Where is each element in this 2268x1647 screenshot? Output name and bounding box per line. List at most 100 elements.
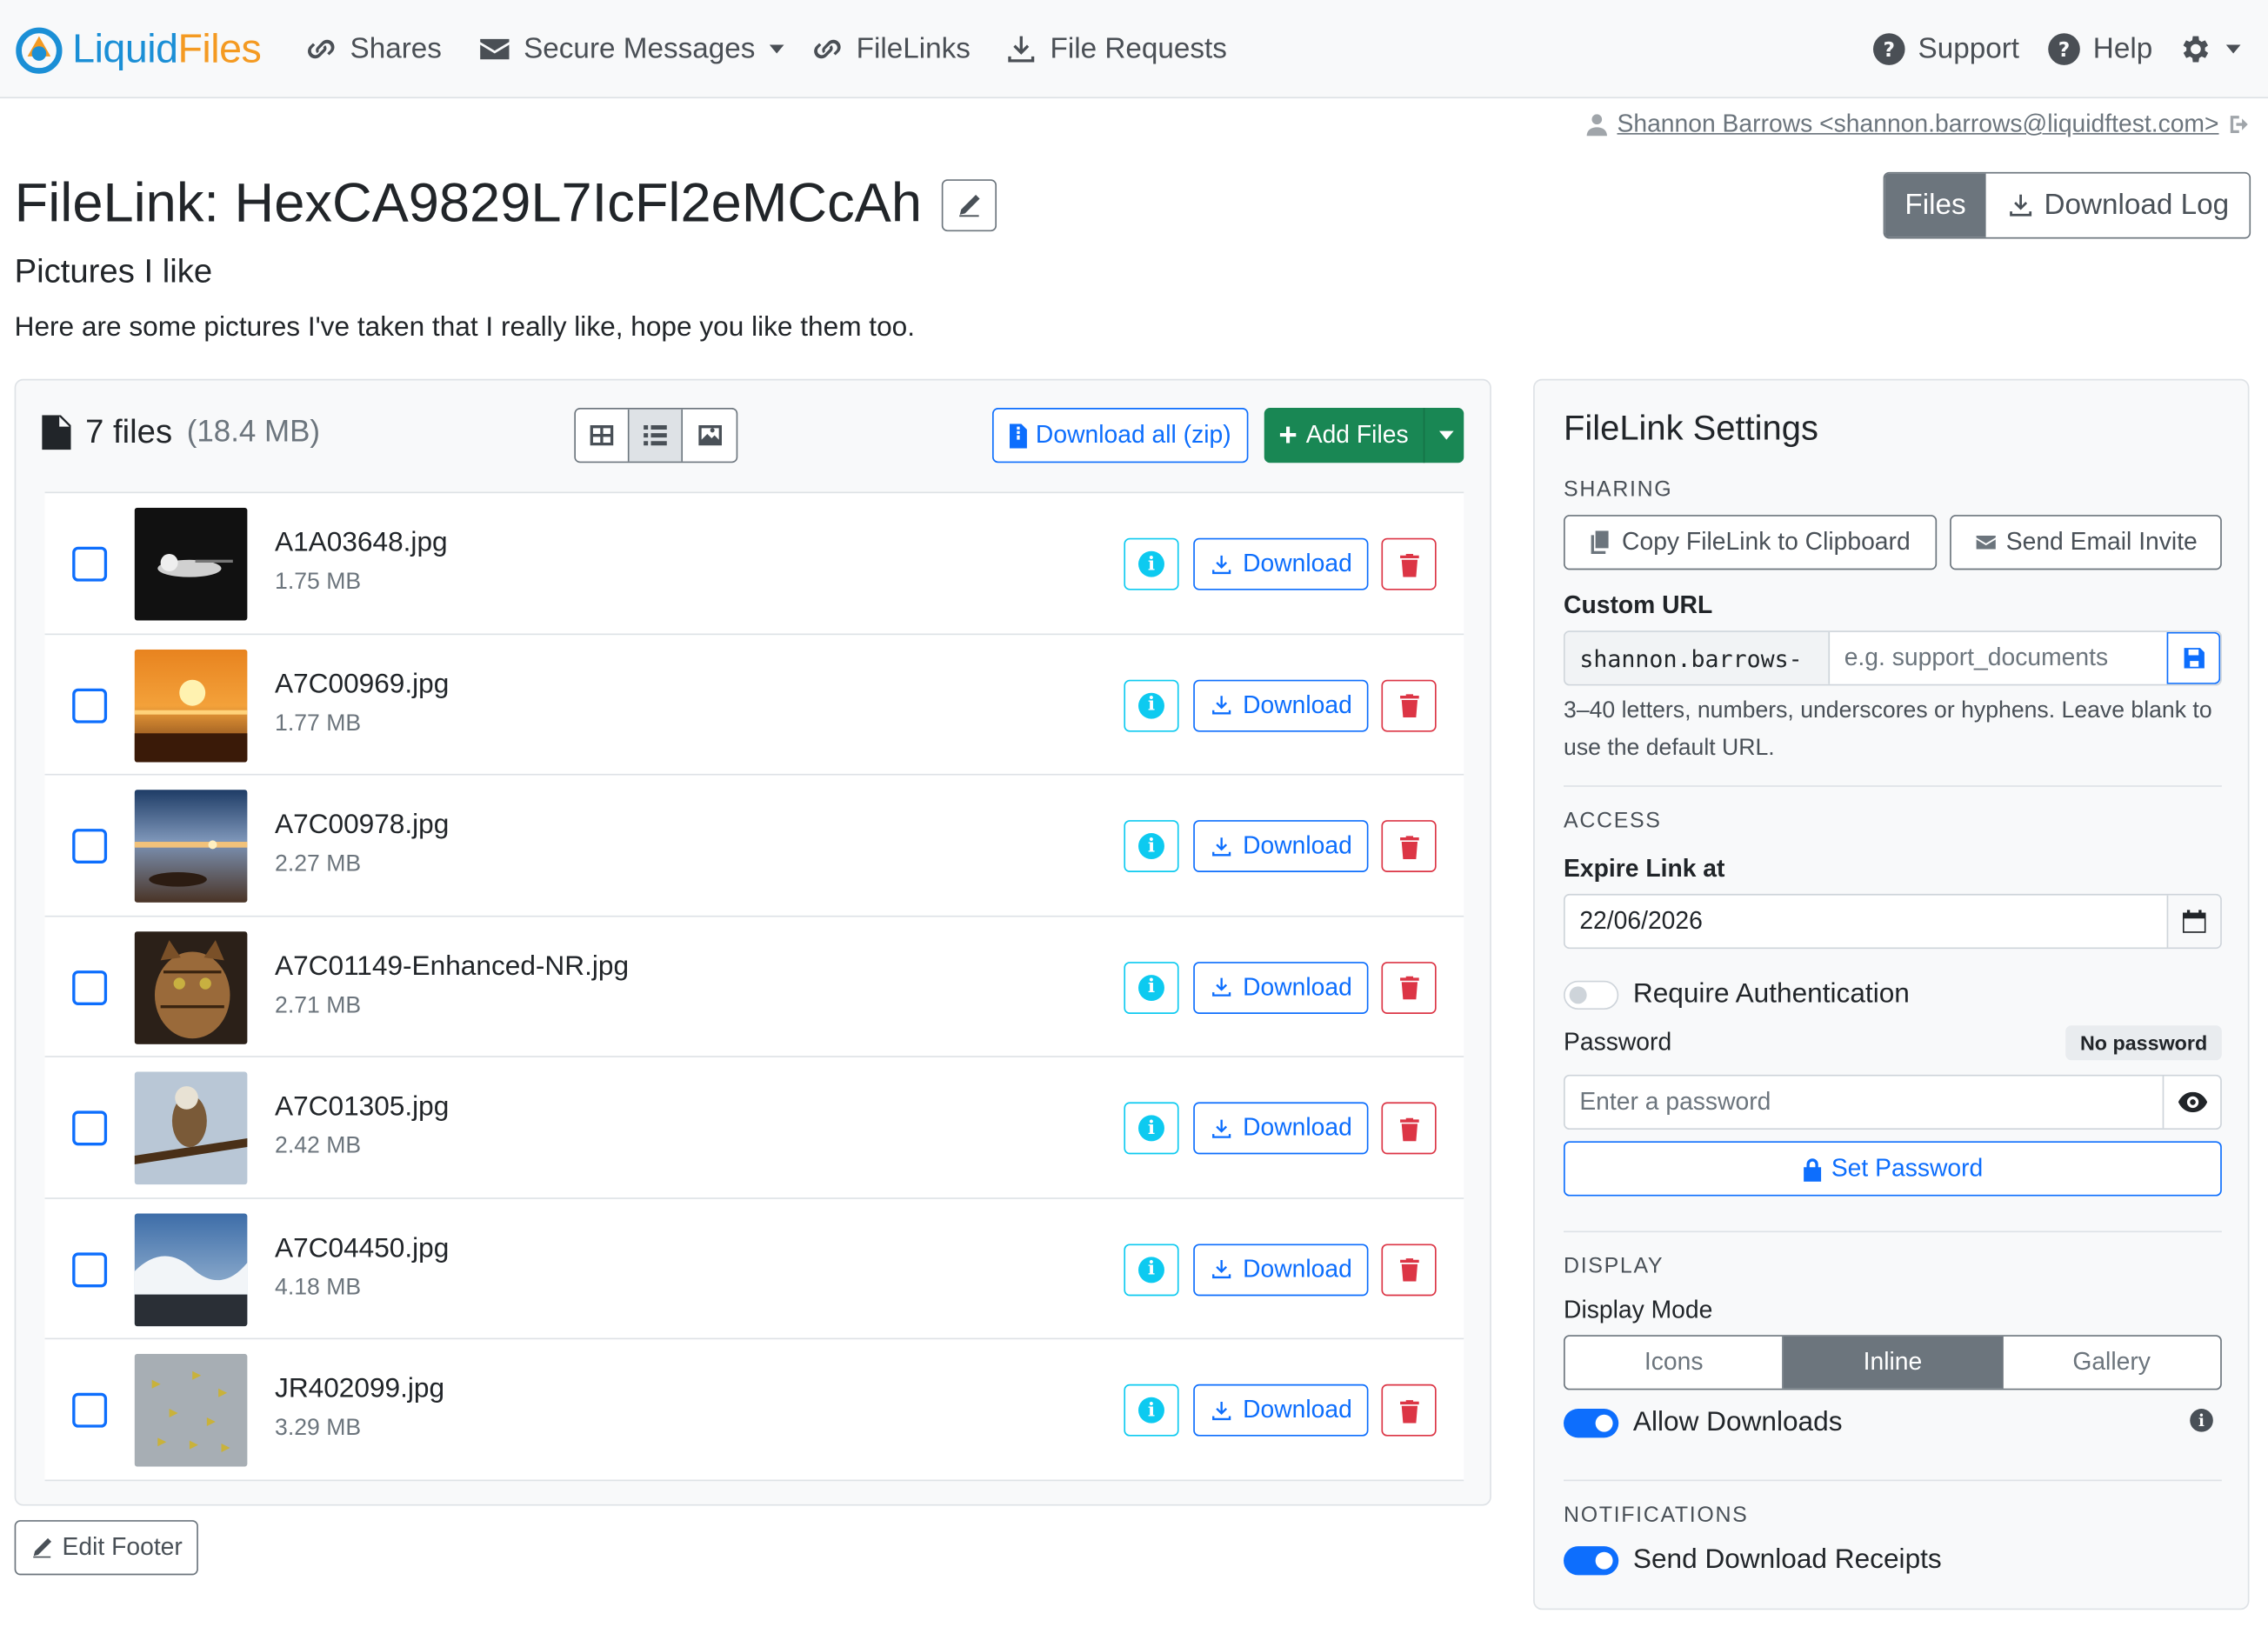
file-name[interactable]: A7C00978.jpg xyxy=(275,810,449,842)
send-receipts-switch[interactable] xyxy=(1564,1546,1619,1576)
expire-date-input[interactable]: 22/06/2026 xyxy=(1565,896,2167,948)
edit-title-button[interactable] xyxy=(942,178,997,231)
file-download-button[interactable]: Download xyxy=(1193,961,1369,1014)
file-select-checkbox[interactable] xyxy=(72,546,108,582)
file-select-checkbox[interactable] xyxy=(72,970,108,1005)
file-delete-button[interactable] xyxy=(1381,961,1437,1014)
nav-file-requests[interactable]: File Requests xyxy=(1004,0,1227,98)
files-count: 7 files xyxy=(85,412,173,450)
file-info-button[interactable]: i xyxy=(1124,820,1179,872)
file-size: 2.27 MB xyxy=(275,851,362,877)
file-delete-button[interactable] xyxy=(1381,678,1437,731)
brand-logo[interactable]: LiquidFiles xyxy=(15,23,262,76)
send-email-invite-label: Send Email Invite xyxy=(2005,528,2198,556)
password-input[interactable]: Enter a password xyxy=(1565,1076,2163,1128)
file-info-button[interactable]: i xyxy=(1124,1384,1179,1437)
send-receipts-toggle-row[interactable]: Send Download Receipts xyxy=(1564,1544,1942,1577)
file-name[interactable]: A7C01305.jpg xyxy=(275,1092,449,1124)
view-image-button[interactable] xyxy=(683,409,737,462)
download-icon xyxy=(1008,36,1035,63)
svg-text:?: ? xyxy=(2058,38,2071,62)
calendar-button[interactable] xyxy=(2166,895,2221,948)
nav-secure-messages[interactable]: Secure Messages xyxy=(477,0,784,98)
file-info-button[interactable]: i xyxy=(1124,961,1179,1014)
file-info-button[interactable]: i xyxy=(1124,537,1179,590)
file-select-checkbox[interactable] xyxy=(72,687,108,723)
pencil-icon xyxy=(959,194,981,217)
view-grid-button[interactable] xyxy=(575,409,630,462)
tab-files[interactable]: Files xyxy=(1884,173,1986,237)
file-info-button[interactable]: i xyxy=(1124,678,1179,731)
custom-url-input[interactable]: e.g. support_documents xyxy=(1830,632,2167,684)
file-info-button[interactable]: i xyxy=(1124,1243,1179,1296)
file-thumbnail[interactable] xyxy=(134,1353,248,1467)
file-select-checkbox[interactable] xyxy=(72,829,108,864)
file-download-button[interactable]: Download xyxy=(1193,678,1369,731)
brand-name: LiquidFiles xyxy=(72,25,262,71)
display-mode-gallery[interactable]: Gallery xyxy=(2003,1337,2220,1389)
display-heading: DISPLAY xyxy=(1564,1254,1664,1279)
file-thumbnail[interactable] xyxy=(134,790,248,903)
edit-footer-button[interactable]: Edit Footer xyxy=(14,1520,199,1576)
sign-out-icon[interactable] xyxy=(2227,113,2251,137)
add-files-main[interactable]: + Add Files xyxy=(1264,419,1424,451)
toggle-password-visibility-button[interactable] xyxy=(2162,1076,2221,1129)
save-custom-url-button[interactable] xyxy=(2166,631,2221,684)
file-select-checkbox[interactable] xyxy=(72,1392,108,1428)
copy-filelink-button[interactable]: Copy FileLink to Clipboard xyxy=(1564,515,1938,570)
info-icon[interactable]: i xyxy=(2190,1409,2213,1432)
file-name[interactable]: A1A03648.jpg xyxy=(275,528,448,560)
download-all-zip-button[interactable]: Download all (zip) xyxy=(992,408,1249,463)
file-download-button[interactable]: Download xyxy=(1193,537,1369,590)
send-email-invite-button[interactable]: Send Email Invite xyxy=(1950,515,2222,570)
file-name[interactable]: A7C01149-Enhanced-NR.jpg xyxy=(275,951,629,984)
file-download-button[interactable]: Download xyxy=(1193,820,1369,872)
file-info-button[interactable]: i xyxy=(1124,1102,1179,1155)
display-mode-icons[interactable]: Icons xyxy=(1565,1336,1784,1389)
tab-download-log[interactable]: Download Log xyxy=(1985,173,2250,237)
nav-filelinks[interactable]: FileLinks xyxy=(810,0,971,98)
file-download-button[interactable]: Download xyxy=(1193,1384,1369,1437)
view-list-button[interactable] xyxy=(629,409,684,462)
file-delete-button[interactable] xyxy=(1381,1102,1437,1155)
file-delete-button[interactable] xyxy=(1381,820,1437,872)
view-mode-toggle xyxy=(574,408,738,463)
allow-downloads-label: Allow Downloads xyxy=(1632,1407,1843,1438)
file-thumbnail[interactable] xyxy=(134,507,248,621)
file-thumbnail[interactable] xyxy=(134,1071,248,1185)
add-files-button[interactable]: + Add Files xyxy=(1264,408,1464,463)
file-name[interactable]: A7C00969.jpg xyxy=(275,669,449,701)
file-delete-button[interactable] xyxy=(1381,1384,1437,1437)
gear-icon xyxy=(2183,36,2209,63)
nav-support[interactable]: ? Support xyxy=(1871,0,2019,98)
trash-icon xyxy=(1399,1117,1418,1141)
nav-shares[interactable]: Shares xyxy=(304,0,442,98)
require-auth-switch[interactable] xyxy=(1564,980,1619,1010)
file-select-checkbox[interactable] xyxy=(72,1251,108,1287)
file-download-button[interactable]: Download xyxy=(1193,1243,1369,1296)
nav-help[interactable]: ? Help xyxy=(2047,0,2152,98)
allow-downloads-toggle-row[interactable]: Allow Downloads xyxy=(1564,1407,1843,1439)
set-password-button[interactable]: Set Password xyxy=(1564,1141,2222,1197)
file-download-button[interactable]: Download xyxy=(1193,1102,1369,1155)
nav-secure-messages-label: Secure Messages xyxy=(524,32,756,65)
require-auth-toggle-row[interactable]: Require Authentication xyxy=(1564,979,1910,1011)
file-thumbnail[interactable] xyxy=(134,648,248,762)
chevron-down-icon xyxy=(770,44,784,54)
info-icon: i xyxy=(1138,974,1164,1001)
settings-menu[interactable] xyxy=(2177,0,2241,98)
user-profile-link[interactable]: Shannon Barrows <shannon.barrows@liquidf… xyxy=(1617,110,2218,138)
notifications-heading: NOTIFICATIONS xyxy=(1564,1503,1749,1528)
allow-downloads-switch[interactable] xyxy=(1564,1409,1619,1438)
add-files-dropdown-toggle[interactable] xyxy=(1423,408,1464,463)
file-name[interactable]: JR402099.jpg xyxy=(275,1374,444,1406)
page-title-row: FileLink: HexCA9829L7IcFl2eMCcAh xyxy=(15,174,997,237)
expire-link-label: Expire Link at xyxy=(1564,855,1725,883)
file-thumbnail[interactable] xyxy=(134,930,248,1044)
display-mode-inline[interactable]: Inline xyxy=(1784,1336,2004,1389)
file-thumbnail[interactable] xyxy=(134,1212,248,1326)
file-delete-button[interactable] xyxy=(1381,1243,1437,1296)
file-delete-button[interactable] xyxy=(1381,537,1437,590)
file-name[interactable]: A7C04450.jpg xyxy=(275,1233,449,1265)
file-select-checkbox[interactable] xyxy=(72,1110,108,1146)
